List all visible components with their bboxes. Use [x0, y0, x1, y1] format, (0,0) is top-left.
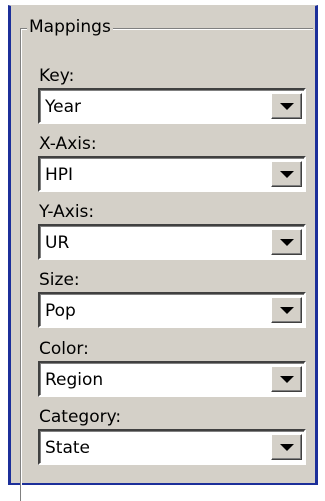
key-dropdown-button[interactable]	[271, 93, 302, 119]
x-axis-dropdown-button[interactable]	[271, 161, 302, 187]
color-label: Color:	[39, 339, 89, 359]
chevron-down-icon	[280, 444, 294, 451]
x-axis-label: X-Axis:	[39, 134, 97, 154]
y-axis-combobox[interactable]: UR	[38, 224, 306, 260]
chevron-down-icon	[280, 103, 294, 110]
size-value: Pop	[45, 301, 76, 321]
category-label: Category:	[39, 407, 122, 427]
chevron-down-icon	[280, 171, 294, 178]
size-combobox[interactable]: Pop	[38, 292, 306, 328]
mappings-panel: Mappings Key: Year X-Axis: HPI Y-Axis: U…	[8, 5, 318, 501]
color-value: Region	[45, 370, 104, 390]
x-axis-value: HPI	[45, 165, 74, 185]
chevron-down-icon	[280, 239, 294, 246]
y-axis-value: UR	[45, 233, 70, 253]
color-combobox[interactable]: Region	[38, 361, 306, 397]
size-label: Size:	[39, 270, 80, 290]
category-dropdown-button[interactable]	[271, 434, 302, 460]
category-value: State	[45, 438, 90, 458]
color-dropdown-button[interactable]	[271, 366, 302, 392]
mappings-group-title: Mappings	[27, 16, 113, 38]
key-label: Key:	[39, 66, 75, 86]
x-axis-combobox[interactable]: HPI	[38, 156, 306, 192]
chevron-down-icon	[280, 307, 294, 314]
y-axis-dropdown-button[interactable]	[271, 229, 302, 255]
category-combobox[interactable]: State	[38, 429, 306, 465]
y-axis-label: Y-Axis:	[39, 202, 95, 222]
key-combobox[interactable]: Year	[38, 88, 306, 124]
size-dropdown-button[interactable]	[271, 297, 302, 323]
key-value: Year	[45, 97, 81, 117]
chevron-down-icon	[280, 376, 294, 383]
